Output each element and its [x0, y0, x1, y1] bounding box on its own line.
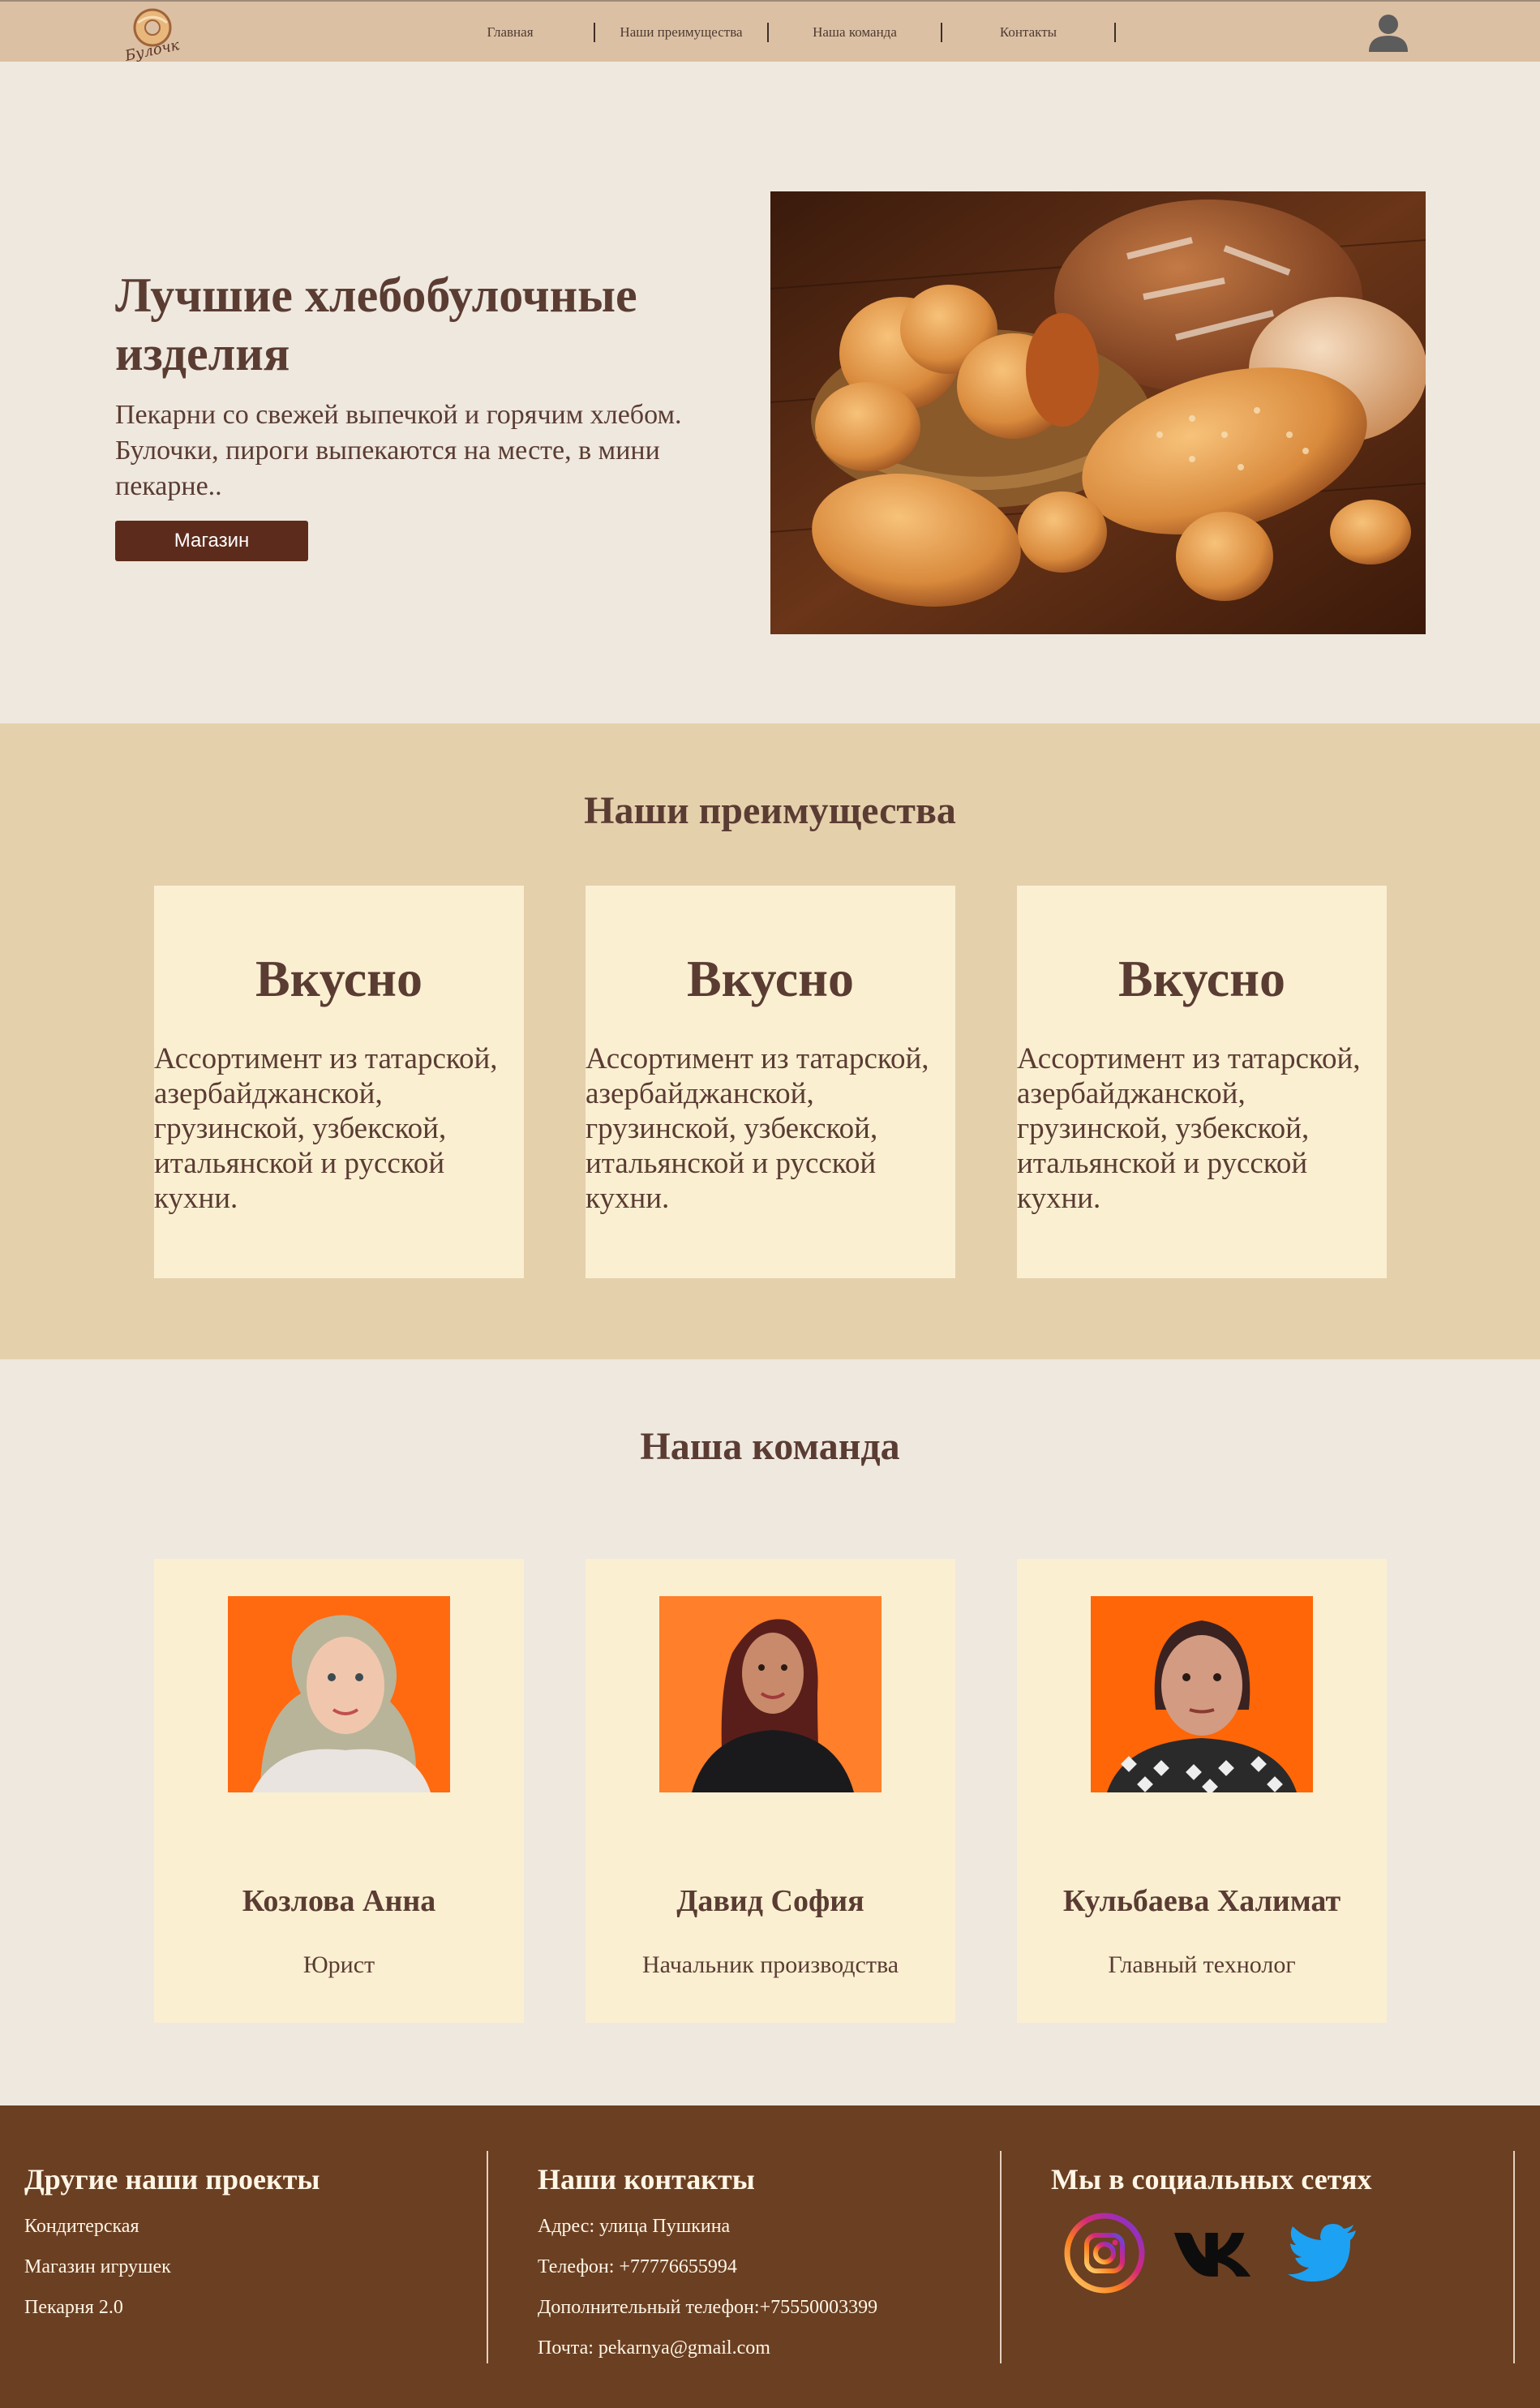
- footer-address: Адрес: улица Пушкина: [538, 2216, 731, 2237]
- nav-links: Главная Наши преимущества Наша команда К…: [427, 23, 1116, 42]
- team-member-card: Кульбаева Халимат Главный технолог: [1017, 1559, 1387, 2023]
- nav-link-team[interactable]: Наша команда: [769, 23, 942, 42]
- bread-basket-photo: [770, 191, 1426, 634]
- footer-social-title: Мы в социальных сетях: [1051, 2163, 1372, 2196]
- hero-title: Лучшие хлебобулочные изделия: [115, 268, 637, 380]
- footer-project-link[interactable]: Магазин игрушек: [24, 2256, 487, 2277]
- footer-extra-phone: Дополнительный телефон:+75550003399: [538, 2297, 878, 2318]
- team-member-photo: [228, 1596, 450, 1792]
- advantages-section: Наши преимущества Вкусно Ассортимент из …: [0, 723, 1540, 1359]
- nav-link-home[interactable]: Главная: [427, 23, 595, 42]
- advantage-card: Вкусно Ассортимент из татарской, азербай…: [586, 886, 955, 1278]
- advantage-card-title: Вкусно: [687, 950, 854, 1007]
- team-member-photo: [1091, 1596, 1313, 1792]
- hero-description: Пекарни со свежей выпечкой и горячим хле…: [115, 400, 682, 501]
- team-member-role: Главный технолог: [1108, 1951, 1296, 1978]
- shop-button[interactable]: Магазин: [115, 521, 308, 561]
- team-member-card: Давид София Начальник производства: [586, 1559, 955, 2023]
- footer: Другие наши проекты Кондитерская Магазин…: [0, 2105, 1540, 2408]
- footer-projects: Другие наши проекты Кондитерская Магазин…: [24, 2151, 488, 2363]
- team-member-card: Козлова Анна Юрист: [154, 1559, 524, 2023]
- footer-email: Почта: pekarnya@gmail.com: [538, 2337, 770, 2359]
- footer-project-link[interactable]: Кондитерская: [24, 2216, 487, 2237]
- footer-contacts-title: Наши контакты: [538, 2163, 755, 2196]
- top-navbar: Булочк Главная Наши преимущества Наша ко…: [0, 0, 1540, 62]
- footer-projects-title: Другие наши проекты: [24, 2163, 320, 2196]
- advantages-title: Наши преимущества: [584, 789, 956, 832]
- footer-contacts: Наши контакты Адрес: улица Пушкина Телеф…: [538, 2151, 1002, 2363]
- advantage-card: Вкусно Ассортимент из татарской, азербай…: [154, 886, 524, 1278]
- advantage-card-text: Ассортимент из татарской, азербайджанско…: [586, 1042, 929, 1215]
- team-member-name: Кульбаева Халимат: [1062, 1884, 1341, 1918]
- advantage-card-title: Вкусно: [1118, 950, 1285, 1007]
- footer-project-link[interactable]: Пекарня 2.0: [24, 2297, 487, 2318]
- team-section: Наша команда Козлова Анна Юрист Давид Со…: [0, 1359, 1540, 2105]
- nav-link-advantages[interactable]: Наши преимущества: [595, 23, 769, 42]
- advantage-card-text: Ассортимент из татарской, азербайджанско…: [154, 1042, 498, 1215]
- nav-link-contacts[interactable]: Контакты: [942, 23, 1116, 42]
- vk-icon[interactable]: [1173, 2213, 1254, 2294]
- hero-section: Лучшие хлебобулочные изделия Пекарни со …: [0, 62, 1540, 723]
- team-member-role: Начальник производства: [641, 1951, 899, 1978]
- advantage-card-title: Вкусно: [255, 950, 423, 1007]
- team-title: Наша команда: [640, 1425, 900, 1468]
- team-member-name: Давид София: [676, 1884, 864, 1918]
- advantage-card: Вкусно Ассортимент из татарской, азербай…: [1017, 886, 1387, 1278]
- advantage-card-text: Ассортимент из татарской, азербайджанско…: [1017, 1042, 1361, 1215]
- footer-social: Мы в социальных сетях: [1051, 2151, 1515, 2363]
- team-member-name: Козлова Анна: [242, 1884, 436, 1918]
- user-icon[interactable]: [1367, 11, 1409, 54]
- twitter-icon[interactable]: [1281, 2213, 1362, 2294]
- instagram-icon[interactable]: [1064, 2213, 1145, 2294]
- social-icons: [1064, 2213, 1513, 2294]
- footer-phone: Телефон: +77776655994: [538, 2256, 737, 2277]
- team-member-role: Юрист: [302, 1951, 375, 1978]
- bakery-logo[interactable]: Булочк: [120, 3, 185, 62]
- team-member-photo: [659, 1596, 882, 1792]
